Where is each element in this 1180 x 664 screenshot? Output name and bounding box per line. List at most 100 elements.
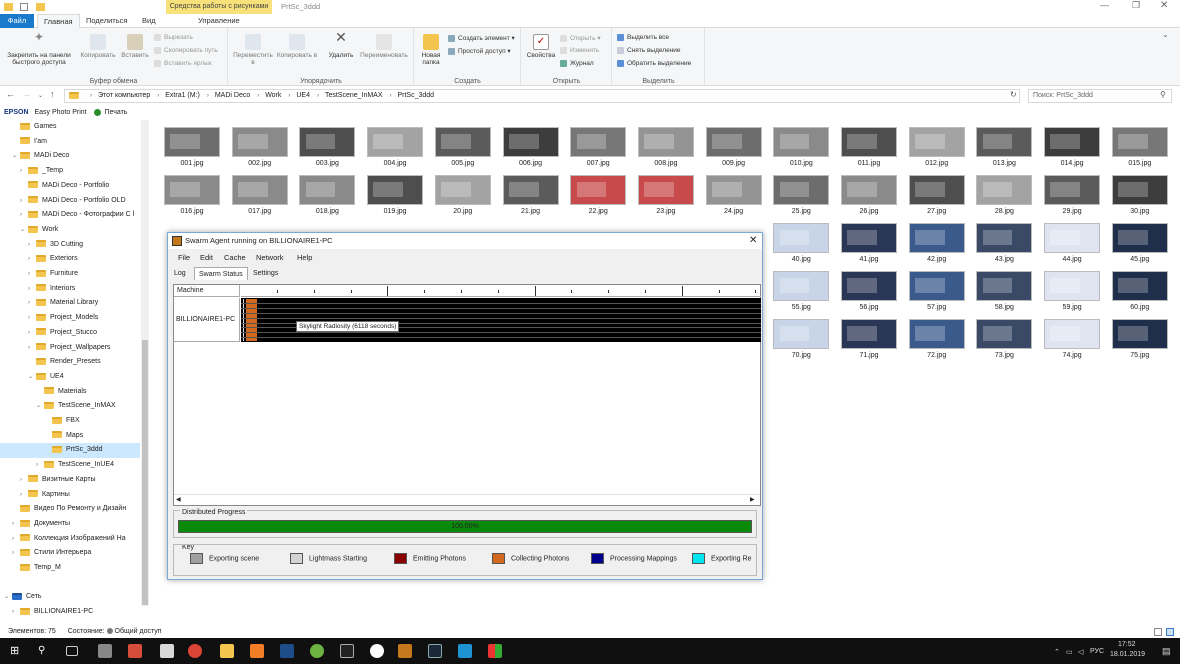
sidebar-item[interactable]: Materials bbox=[0, 385, 140, 400]
cloud-app-icon[interactable] bbox=[458, 644, 472, 658]
copy-to-button[interactable]: Копировать в bbox=[276, 34, 318, 59]
file-thumbnail[interactable] bbox=[637, 127, 694, 157]
sidebar-item[interactable]: › MADi Deco - Фотографии С l bbox=[0, 208, 140, 223]
file-thumbnail[interactable] bbox=[1044, 127, 1101, 157]
file-thumbnail[interactable] bbox=[299, 175, 356, 205]
file-thumbnail[interactable] bbox=[908, 127, 965, 157]
file-thumbnail[interactable] bbox=[367, 175, 424, 205]
paint-app-icon[interactable] bbox=[160, 644, 174, 658]
unreal-engine-icon[interactable] bbox=[370, 644, 384, 658]
minimize-button[interactable]: — bbox=[1100, 0, 1109, 10]
invert-selection-button[interactable]: Обратить выделение bbox=[617, 60, 691, 67]
file-thumbnail[interactable] bbox=[434, 127, 491, 157]
circle-app-icon[interactable] bbox=[310, 644, 324, 658]
tab-swarm-status[interactable]: Swarm Status bbox=[194, 267, 248, 280]
new-folder-button[interactable]: Новая папка bbox=[417, 34, 445, 66]
sidebar-item[interactable]: ⌄ UE4 bbox=[0, 370, 140, 385]
forward-arrow-icon[interactable]: → bbox=[22, 89, 31, 99]
new-item-button[interactable]: Создать элемент ▾ bbox=[448, 34, 515, 42]
sidebar-item[interactable]: FBX bbox=[0, 414, 140, 429]
file-name[interactable]: 42.jpg bbox=[909, 256, 965, 263]
file-name[interactable]: 56.jpg bbox=[841, 304, 897, 311]
close-button[interactable]: ✕ bbox=[1160, 0, 1168, 11]
file-thumbnail[interactable] bbox=[773, 271, 830, 301]
file-thumbnail[interactable] bbox=[976, 319, 1033, 349]
chevron-right-icon[interactable]: › bbox=[20, 488, 28, 502]
file-name[interactable]: 27.jpg bbox=[909, 208, 965, 215]
pin-button[interactable]: ✦ Закрепить на панели быстрого доступа bbox=[2, 31, 76, 66]
crumb[interactable]: UE4 bbox=[296, 90, 310, 102]
file-name[interactable]: 44.jpg bbox=[1044, 256, 1100, 263]
crumb[interactable]: MADi Deco bbox=[215, 90, 250, 102]
file-name[interactable]: 008.jpg bbox=[638, 160, 694, 167]
chevron-right-icon[interactable]: › bbox=[20, 208, 28, 222]
sidebar-item[interactable]: › Стили Интерьера bbox=[0, 546, 140, 561]
print-button[interactable]: Печать bbox=[105, 109, 128, 116]
chevron-right-icon[interactable]: › bbox=[20, 473, 28, 487]
chevron-right-icon[interactable]: › bbox=[12, 546, 20, 560]
file-thumbnail[interactable] bbox=[1044, 319, 1101, 349]
search-taskbar-icon[interactable]: ⚲ bbox=[38, 644, 52, 658]
sidebar-item[interactable]: › TestScene_InUE4 bbox=[0, 458, 140, 473]
crumb[interactable]: Work bbox=[265, 90, 281, 102]
file-thumbnail[interactable] bbox=[976, 127, 1033, 157]
sidebar-item[interactable]: › Material Library bbox=[0, 296, 140, 311]
file-thumbnail[interactable] bbox=[1044, 175, 1101, 205]
search-input[interactable]: Поиск: PrtSc_3ddd bbox=[1028, 89, 1172, 103]
sidebar-item[interactable]: › Project_Wallpapers bbox=[0, 341, 140, 356]
file-name[interactable]: 009.jpg bbox=[706, 160, 762, 167]
chevron-right-icon[interactable]: › bbox=[28, 311, 36, 325]
sidebar-item[interactable]: › Project_Models bbox=[0, 311, 140, 326]
sidebar-item-selected[interactable]: PrtSc_3ddd bbox=[0, 443, 140, 459]
open-button[interactable]: Открыть ▾ bbox=[560, 34, 601, 42]
file-thumbnail[interactable] bbox=[1111, 127, 1168, 157]
collapse-ribbon-icon[interactable]: ⌄ bbox=[1162, 30, 1169, 39]
sidebar-item[interactable]: Видео По Ремонту и Дизайн bbox=[0, 502, 140, 517]
sidebar-item[interactable]: › Furniture bbox=[0, 267, 140, 282]
file-name[interactable]: 72.jpg bbox=[909, 352, 965, 359]
sidebar-scroll-thumb[interactable] bbox=[142, 340, 148, 605]
file-name[interactable]: 73.jpg bbox=[976, 352, 1032, 359]
paste-shortcut-button[interactable]: Вставить ярлык bbox=[154, 60, 212, 67]
file-name[interactable]: 004.jpg bbox=[367, 160, 423, 167]
file-thumbnail[interactable] bbox=[1111, 271, 1168, 301]
file-thumbnail[interactable] bbox=[570, 175, 627, 205]
select-all-button[interactable]: Выделить все bbox=[617, 34, 669, 41]
crumb[interactable]: Этот компьютер bbox=[98, 90, 150, 102]
tab-settings[interactable]: Settings bbox=[249, 267, 282, 280]
file-name[interactable]: 45.jpg bbox=[1112, 256, 1168, 263]
menu-edit[interactable]: Edit bbox=[200, 253, 213, 262]
file-name[interactable]: 013.jpg bbox=[976, 160, 1032, 167]
cut-button[interactable]: Вырезать bbox=[154, 34, 193, 41]
chevron-right-icon[interactable]: › bbox=[36, 458, 44, 472]
photoshop-icon[interactable] bbox=[280, 644, 294, 658]
sidebar-item[interactable]: › Документы bbox=[0, 517, 140, 532]
file-name[interactable]: 006.jpg bbox=[503, 160, 559, 167]
chevron-right-icon[interactable]: › bbox=[28, 326, 36, 340]
file-thumbnail[interactable] bbox=[705, 127, 762, 157]
volume-tray-icon[interactable]: ◁ bbox=[1078, 648, 1083, 656]
menu-network[interactable]: Network bbox=[256, 253, 284, 262]
file-name[interactable]: 018.jpg bbox=[299, 208, 355, 215]
chrome-icon[interactable] bbox=[188, 644, 202, 658]
sidebar-item[interactable]: › _Temp bbox=[0, 164, 140, 179]
swarm-agent-window[interactable]: Swarm Agent running on BILLIONAIRE1-PC ✕… bbox=[167, 232, 763, 580]
file-thumbnail[interactable] bbox=[570, 127, 627, 157]
network-tray-icon[interactable]: ▭ bbox=[1066, 648, 1073, 656]
chevron-right-icon[interactable]: › bbox=[20, 194, 28, 208]
file-thumbnail[interactable] bbox=[773, 223, 830, 253]
qat-check-icon[interactable] bbox=[20, 3, 28, 11]
language-indicator[interactable]: РУС bbox=[1090, 648, 1104, 655]
sidebar-item[interactable]: MADi Deco - Portfolio bbox=[0, 179, 140, 194]
sidebar-item[interactable]: I'am bbox=[0, 135, 140, 150]
file-thumbnail[interactable] bbox=[1111, 175, 1168, 205]
file-name[interactable]: 28.jpg bbox=[976, 208, 1032, 215]
file-thumbnail[interactable] bbox=[976, 271, 1033, 301]
file-name[interactable]: 015.jpg bbox=[1112, 160, 1168, 167]
chevron-right-icon[interactable]: › bbox=[28, 238, 36, 252]
file-thumbnail[interactable] bbox=[773, 175, 830, 205]
file-name[interactable]: 57.jpg bbox=[909, 304, 965, 311]
file-thumbnail[interactable] bbox=[367, 127, 424, 157]
file-explorer-icon[interactable] bbox=[220, 644, 234, 658]
file-name[interactable]: 011.jpg bbox=[841, 160, 897, 167]
